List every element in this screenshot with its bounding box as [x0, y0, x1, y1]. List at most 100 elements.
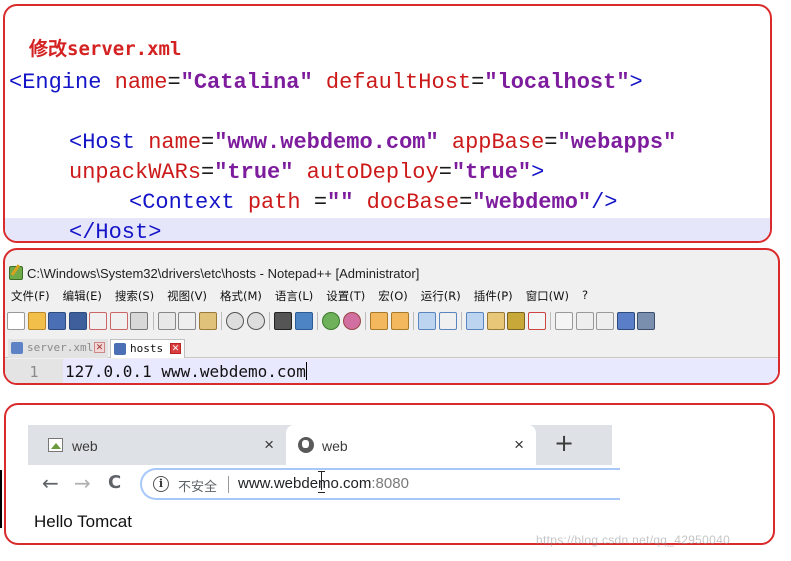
save-icon[interactable] [48, 312, 66, 330]
new-tab-button[interactable]: + [554, 429, 574, 457]
menu-language[interactable]: 语言(L) [275, 288, 313, 306]
close-file-icon[interactable] [89, 312, 107, 330]
line-number: 1 [5, 359, 63, 383]
show-all-chars-icon[interactable] [438, 312, 457, 330]
image-icon [48, 438, 63, 452]
paste-icon[interactable] [198, 312, 217, 330]
toolbar-separator [152, 312, 154, 330]
hosts-entry: 127.0.0.1 www.webdemo.com [65, 362, 306, 381]
menu-search[interactable]: 搜索(S) [115, 288, 154, 306]
url-port: :8080 [371, 475, 409, 492]
xml-line-host-attrs: unpackWARs="true" autoDeploy="true"> [69, 160, 545, 185]
xml-config-panel: 修改server.xml <Engine name="Catalina" def… [3, 4, 772, 243]
zoom-out-icon[interactable] [342, 312, 361, 330]
close-all-icon[interactable] [109, 312, 128, 330]
tab-title: web [72, 438, 98, 454]
copy-icon[interactable] [178, 312, 196, 330]
globe-icon [298, 437, 314, 453]
menu-settings[interactable]: 设置(T) [326, 288, 365, 306]
url-host: www.webdemo.com [238, 475, 372, 492]
watermark: https://blog.csdn.net/qq_42950040 [536, 533, 731, 547]
menu-edit[interactable]: 编辑(E) [63, 288, 102, 306]
tab-title: web [322, 438, 348, 454]
play-macro-icon[interactable] [596, 312, 614, 330]
run-macro-multiple-icon[interactable] [616, 312, 635, 330]
close-icon[interactable]: × [264, 435, 274, 455]
security-label[interactable]: 不安全 [178, 476, 217, 495]
indent-guide-icon[interactable] [466, 312, 484, 330]
record-macro-icon[interactable] [555, 312, 573, 330]
xml-line-host-close: </Host> [69, 220, 162, 243]
sync-vertical-icon[interactable] [370, 312, 388, 330]
info-icon[interactable]: i [153, 476, 169, 492]
xml-line-context: <Context path ="" docBase="webdemo"/> [129, 190, 618, 215]
close-icon[interactable]: ✕ [170, 343, 181, 354]
menu-plugins[interactable]: 插件(P) [474, 288, 513, 306]
window-titlebar: C:\Windows\System32\drivers\etc\hosts - … [5, 264, 778, 284]
panel-heading: 修改server.xml [29, 38, 182, 60]
function-list-icon[interactable] [527, 312, 546, 330]
cut-icon[interactable] [157, 312, 176, 330]
notepad-window: C:\Windows\System32\drivers\etc\hosts - … [3, 248, 780, 385]
file-icon [114, 343, 126, 355]
address-bar[interactable]: i 不安全 www.webdemo.com:8080 [140, 468, 620, 500]
word-wrap-icon[interactable] [418, 312, 436, 330]
toolbar-separator [221, 312, 222, 330]
new-file-icon[interactable] [7, 312, 25, 330]
browser-tab-strip: web × web × + [28, 425, 612, 465]
toolbar [7, 310, 658, 332]
stop-macro-icon[interactable] [575, 312, 594, 330]
browser-toolbar: ← → C i 不安全 www.webdemo.com:8080 [28, 465, 620, 503]
sync-horizontal-icon[interactable] [390, 312, 409, 330]
text-caret [305, 362, 307, 380]
toolbar-separator [317, 312, 318, 330]
menu-format[interactable]: 格式(M) [220, 288, 262, 306]
tab-hosts[interactable]: hosts ✕ [110, 339, 185, 358]
toolbar-separator [365, 312, 366, 330]
save-macro-icon[interactable] [637, 312, 655, 330]
file-icon [11, 342, 23, 354]
tab-label: hosts [130, 342, 164, 355]
address-separator [228, 476, 229, 493]
file-tab-bar: server.xml ✕ hosts ✕ [5, 336, 778, 358]
menu-help[interactable]: ? [582, 288, 588, 306]
ibeam-cursor-icon [318, 470, 325, 493]
doc-map-icon[interactable] [507, 312, 525, 330]
editor-line[interactable]: 127.0.0.1 www.webdemo.com [63, 359, 778, 383]
back-button[interactable]: ← [42, 471, 59, 495]
close-icon[interactable]: ✕ [94, 342, 105, 353]
toolbar-separator [550, 312, 551, 330]
page-content: Hello Tomcat [34, 512, 132, 531]
menu-bar: 文件(F) 编辑(E) 搜索(S) 视图(V) 格式(M) 语言(L) 设置(T… [11, 288, 601, 306]
open-file-icon[interactable] [27, 312, 46, 330]
forward-button[interactable]: → [74, 471, 91, 495]
menu-file[interactable]: 文件(F) [11, 288, 50, 306]
browser-tab-2[interactable]: web × [286, 425, 536, 465]
text-cursor-mark [0, 470, 2, 528]
tab-server-xml[interactable]: server.xml ✕ [8, 339, 108, 358]
toolbar-separator [413, 312, 414, 330]
menu-macro[interactable]: 宏(O) [378, 288, 408, 306]
save-all-icon[interactable] [68, 312, 87, 330]
undo-icon[interactable] [226, 312, 244, 330]
zoom-in-icon[interactable] [322, 312, 340, 330]
browser-tab-1[interactable]: web × [28, 425, 286, 465]
window-title: C:\Windows\System32\drivers\etc\hosts - … [27, 266, 420, 281]
user-lang-icon[interactable] [486, 312, 505, 330]
print-icon[interactable] [130, 312, 148, 330]
toolbar-separator [269, 312, 270, 330]
notepadpp-icon [9, 266, 23, 280]
redo-icon[interactable] [246, 312, 265, 330]
xml-line-engine: <Engine name="Catalina" defaultHost="loc… [9, 70, 643, 95]
toolbar-separator [461, 312, 462, 330]
xml-line-host: <Host name="www.webdemo.com" appBase="we… [69, 130, 677, 155]
replace-icon[interactable] [294, 312, 313, 330]
close-icon[interactable]: × [514, 435, 524, 455]
menu-view[interactable]: 视图(V) [167, 288, 207, 306]
menu-window[interactable]: 窗口(W) [526, 288, 569, 306]
editor-area[interactable]: 1 127.0.0.1 www.webdemo.com [5, 359, 778, 383]
browser-window: web × web × + ← → C i 不安全 www.webdemo.co… [4, 403, 775, 545]
find-icon[interactable] [274, 312, 292, 330]
menu-run[interactable]: 运行(R) [421, 288, 461, 306]
reload-button[interactable]: C [108, 472, 121, 493]
